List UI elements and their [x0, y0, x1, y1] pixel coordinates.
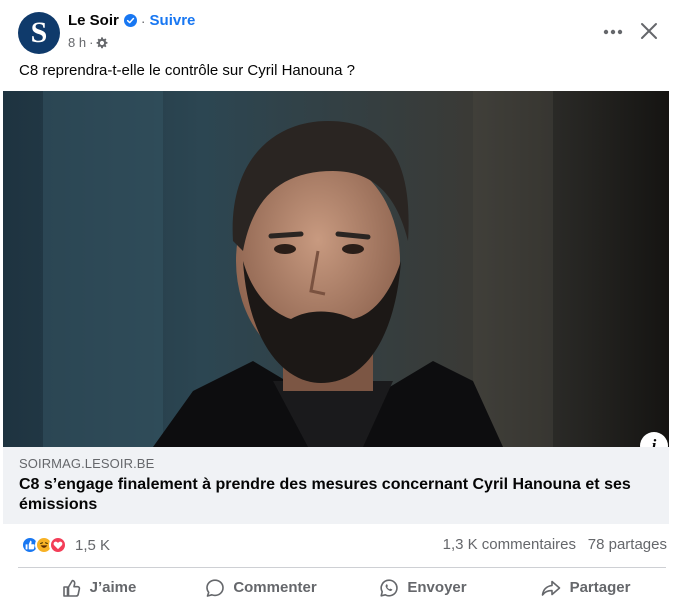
- follow-button[interactable]: Suivre: [150, 12, 196, 29]
- meta-separator: ·: [89, 35, 94, 50]
- verified-badge-icon: [123, 14, 137, 27]
- link-title: C8 s’engage finalement à prendre des mes…: [19, 476, 631, 513]
- action-bar: J’aime Commenter Envoyer Partager: [18, 568, 666, 607]
- comments-count[interactable]: 1,3 K commentaires: [443, 536, 576, 553]
- reactions-count: 1,5 K: [75, 536, 111, 554]
- link-preview[interactable]: SOIRMAG.LESOIR.BE C8 s’engage finalement…: [3, 447, 669, 524]
- gear-icon[interactable]: [96, 36, 108, 49]
- send-label: Envoyer: [407, 579, 467, 596]
- page-name[interactable]: Le Soir: [68, 12, 119, 29]
- love-reaction-icon: [49, 536, 67, 554]
- like-label: J’aime: [89, 579, 137, 596]
- reactions-summary[interactable]: 1,5 K: [21, 536, 110, 554]
- shares-count[interactable]: 78 partages: [588, 536, 667, 553]
- separator-dot: ·: [140, 12, 146, 29]
- thumbs-up-icon: [62, 579, 80, 597]
- portrait-photo: [3, 91, 669, 447]
- share-arrow-icon: [541, 580, 560, 596]
- more-options-icon: [603, 29, 623, 35]
- post-image[interactable]: [3, 91, 669, 447]
- share-label: Partager: [569, 579, 631, 596]
- post-card: S Le Soir · Suivre 8 h · C8 reprendra-t-…: [0, 0, 681, 607]
- page-avatar[interactable]: S: [18, 12, 60, 54]
- close-icon: [641, 23, 657, 39]
- speech-bubble-icon: [206, 578, 225, 597]
- whatsapp-icon: [380, 578, 399, 597]
- comment-label: Commenter: [233, 579, 317, 596]
- more-options-button[interactable]: [596, 18, 630, 46]
- like-button[interactable]: J’aime: [18, 568, 180, 607]
- share-button[interactable]: Partager: [504, 568, 666, 607]
- post-time[interactable]: 8 h: [68, 35, 86, 50]
- send-button[interactable]: Envoyer: [342, 568, 504, 607]
- post-header: Le Soir · Suivre: [68, 12, 195, 29]
- link-domain: SOIRMAG.LESOIR.BE: [19, 456, 155, 471]
- post-text: C8 reprendra-t-elle le contrôle sur Cyri…: [19, 62, 355, 79]
- avatar-logo-letter: S: [30, 16, 48, 49]
- close-button[interactable]: [634, 16, 664, 46]
- comment-button[interactable]: Commenter: [180, 568, 342, 607]
- post-meta: 8 h ·: [68, 35, 108, 50]
